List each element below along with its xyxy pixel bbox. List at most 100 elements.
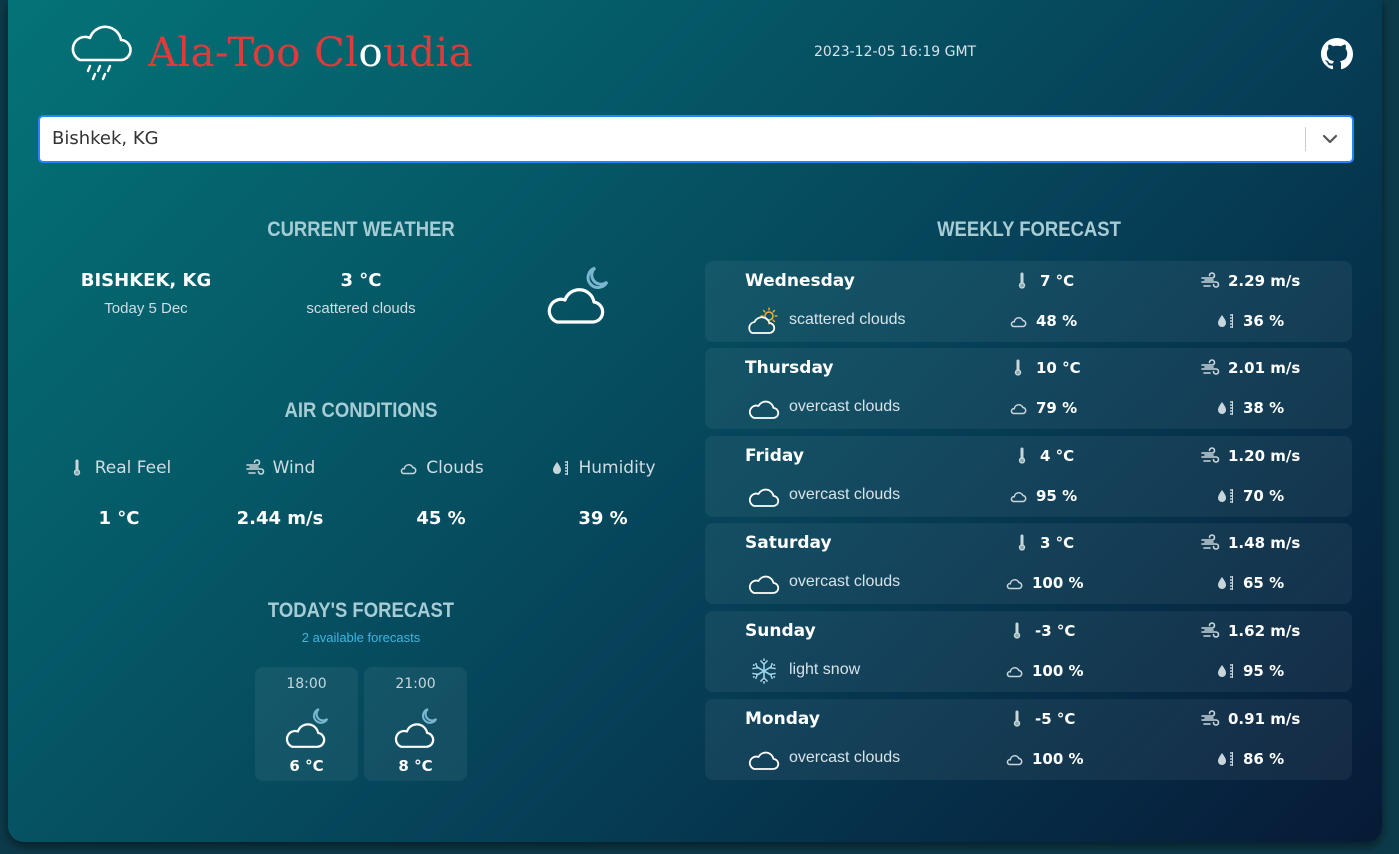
- moon-cloud-icon: [391, 705, 441, 751]
- clouds-label: Clouds: [366, 458, 516, 478]
- weekly-forecast-row: Saturday overcast clouds 3 °C 1.48 m/s 1…: [705, 523, 1352, 604]
- weekly-forecast-row: Sunday light snow -3 °C 1.62 m/s 100 % 9…: [705, 611, 1352, 692]
- forecast-temperature: 3 °C: [1012, 533, 1074, 553]
- search-value: Bishkek, KG: [52, 128, 159, 149]
- wind-icon: [1200, 446, 1220, 466]
- cloud-icon: [1004, 661, 1024, 681]
- forecast-description: overcast clouds: [789, 573, 901, 590]
- github-icon[interactable]: [1321, 38, 1353, 70]
- wind-icon: [245, 458, 265, 478]
- hourly-forecast-card: 21:00 8 °C: [364, 667, 467, 781]
- humidity-icon: [1215, 661, 1235, 681]
- cloud-icon: [747, 481, 781, 511]
- weekly-forecast-row: Monday overcast clouds -5 °C 0.91 m/s 10…: [705, 699, 1352, 780]
- humidity-icon: [1215, 573, 1235, 593]
- cloud-icon: [747, 744, 781, 774]
- weekly-forecast-row: Wednesday scattered clouds 7 °C 2.29 m/s…: [705, 261, 1352, 342]
- cloud-icon: [747, 393, 781, 423]
- forecast-day: Friday: [745, 446, 804, 466]
- thermometer-icon: [1008, 358, 1028, 378]
- forecast-temperature: -3 °C: [1007, 621, 1075, 641]
- forecast-day: Monday: [745, 709, 820, 729]
- humidity-label: Humidity: [528, 458, 678, 478]
- current-temperature: 3 °C: [340, 270, 382, 291]
- forecast-temperature: 4 °C: [1012, 446, 1074, 466]
- forecast-wind: 2.01 m/s: [1200, 358, 1300, 378]
- weekly-forecast-row: Thursday overcast clouds 10 °C 2.01 m/s …: [705, 348, 1352, 429]
- forecast-humidity: 38 %: [1215, 398, 1284, 418]
- forecast-temperature: 10 °C: [1008, 358, 1081, 378]
- forecast-wind: 0.91 m/s: [1200, 709, 1300, 729]
- forecast-day: Thursday: [745, 358, 834, 378]
- wind-label: Wind: [205, 458, 355, 478]
- forecast-clouds: 100 %: [1004, 573, 1084, 593]
- current-city: BISHKEK, KG: [80, 270, 212, 291]
- forecast-description: scattered clouds: [789, 311, 906, 328]
- forecast-time: 21:00: [395, 676, 436, 692]
- humidity-icon: [1215, 486, 1235, 506]
- weekly-forecast-row: Friday overcast clouds 4 °C 1.20 m/s 95 …: [705, 436, 1352, 517]
- forecast-humidity: 36 %: [1215, 311, 1284, 331]
- wind-icon: [1200, 358, 1220, 378]
- cloud-icon: [1008, 398, 1028, 418]
- forecast-temperature: 6 °C: [289, 757, 324, 775]
- forecast-wind: 1.48 m/s: [1200, 533, 1300, 553]
- forecast-wind: 1.20 m/s: [1200, 446, 1300, 466]
- current-description: scattered clouds: [306, 300, 416, 317]
- forecast-humidity: 65 %: [1215, 573, 1284, 593]
- wind-icon: [1200, 621, 1220, 641]
- forecast-clouds: 48 %: [1008, 311, 1077, 331]
- wind-value: 2.44 m/s: [236, 508, 324, 529]
- humidity-icon: [550, 458, 570, 478]
- weekly-forecast-title: WEEKLY FORECAST: [937, 218, 1121, 241]
- wind-icon: [1200, 709, 1220, 729]
- app-container: Ala-Too Cloudia 2023-12-05 16:19 GMT Bis…: [8, 0, 1382, 842]
- current-weather-title: CURRENT WEATHER: [267, 218, 455, 241]
- forecast-clouds: 100 %: [1004, 661, 1084, 681]
- humidity-icon: [1215, 749, 1235, 769]
- forecast-wind: 1.62 m/s: [1200, 621, 1300, 641]
- moon-cloud-icon: [282, 705, 332, 751]
- current-date: Today 5 Dec: [104, 300, 188, 317]
- forecast-clouds: 95 %: [1008, 486, 1077, 506]
- hourly-forecast-card: 18:00 6 °C: [255, 667, 358, 781]
- app-title: Ala-Too Cloudia: [148, 30, 474, 76]
- forecast-day: Sunday: [745, 621, 816, 641]
- current-datetime: 2023-12-05 16:19 GMT: [814, 44, 977, 60]
- forecast-temperature: -5 °C: [1007, 709, 1075, 729]
- cloud-icon: [1004, 749, 1024, 769]
- thermometer-icon: [1012, 271, 1032, 291]
- clouds-value: 45 %: [416, 508, 466, 529]
- humidity-icon: [1215, 398, 1235, 418]
- todays-forecast-subtitle: 2 available forecasts: [301, 630, 421, 645]
- cloud-icon: [1008, 311, 1028, 331]
- cloud-icon: [1008, 486, 1028, 506]
- forecast-day: Saturday: [745, 533, 832, 553]
- app-logo[interactable]: Ala-Too Cloudia: [68, 24, 473, 82]
- forecast-temperature: 7 °C: [1012, 271, 1074, 291]
- city-search-select[interactable]: Bishkek, KG: [38, 115, 1354, 163]
- forecast-day: Wednesday: [745, 271, 855, 291]
- forecast-humidity: 86 %: [1215, 749, 1284, 769]
- forecast-temperature: 8 °C: [398, 757, 433, 775]
- forecast-description: overcast clouds: [789, 486, 901, 503]
- chevron-down-icon[interactable]: [1320, 129, 1340, 149]
- forecast-time: 18:00: [286, 676, 327, 692]
- moon-cloud-icon: [543, 262, 613, 328]
- thermometer-icon: [1007, 709, 1027, 729]
- thermometer-icon: [1012, 533, 1032, 553]
- thermometer-icon: [67, 458, 87, 478]
- wind-icon: [1200, 533, 1220, 553]
- wind-icon: [1200, 271, 1220, 291]
- thermometer-icon: [1007, 621, 1027, 641]
- forecast-description: overcast clouds: [789, 398, 901, 415]
- forecast-clouds: 100 %: [1004, 749, 1084, 769]
- forecast-clouds: 79 %: [1008, 398, 1077, 418]
- cloud-icon: [1004, 573, 1024, 593]
- real-feel-label: Real Feel: [44, 458, 194, 478]
- todays-forecast-title: TODAY'S FORECAST: [267, 599, 455, 622]
- forecast-wind: 2.29 m/s: [1200, 271, 1300, 291]
- forecast-humidity: 95 %: [1215, 661, 1284, 681]
- rain-cloud-icon: [71, 25, 132, 81]
- forecast-description: light snow: [789, 661, 861, 678]
